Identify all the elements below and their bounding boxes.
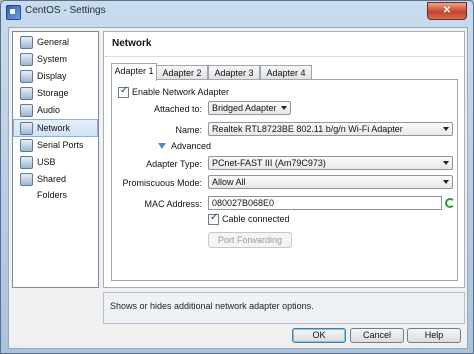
enable-adapter-checkbox[interactable]: ✓	[118, 85, 129, 98]
tab-adapter-1[interactable]: Adapter 1	[111, 63, 157, 81]
sidebar-item-label: Network	[37, 123, 71, 133]
chevron-down-icon	[443, 127, 449, 131]
sidebar-item-audio[interactable]: Audio	[14, 102, 97, 118]
audio-icon	[20, 104, 33, 117]
name-label: Name:	[175, 125, 202, 135]
tab-adapter-3[interactable]: Adapter 3	[208, 65, 260, 80]
adapter-name-value: Realtek RTL8723BE 802.11 b/g/n Wi-Fi Ada…	[212, 124, 403, 134]
expand-advanced-icon[interactable]	[158, 143, 166, 149]
shared-folders-icon	[20, 173, 33, 186]
serial-ports-icon	[20, 139, 33, 152]
sidebar-item-network[interactable]: Network	[13, 119, 98, 137]
sidebar-item-label: General	[37, 37, 70, 47]
tab-adapter-4[interactable]: Adapter 4	[260, 65, 312, 80]
mac-address-field[interactable]: 080027B068E0	[208, 196, 442, 210]
chevron-down-icon	[443, 161, 449, 165]
sidebar-item-serial-ports[interactable]: Serial Ports	[14, 137, 97, 153]
mac-address-label: MAC Address:	[144, 199, 202, 209]
promiscuous-mode-select[interactable]: Allow All	[208, 175, 453, 189]
sidebar-item-general[interactable]: General	[14, 34, 97, 50]
sidebar-item-label: Display	[37, 71, 67, 81]
attached-to-label: Attached to:	[153, 104, 202, 114]
general-icon	[20, 36, 33, 49]
sidebar-item-label: Storage	[37, 88, 69, 98]
network-panel: Network Adapter 1 Adapter 2 Adapter 3 Ad…	[103, 31, 465, 288]
sidebar-item-display[interactable]: Display	[14, 68, 97, 84]
sidebar-item-label: Audio	[37, 105, 61, 115]
help-button[interactable]: Help	[407, 328, 461, 343]
port-forwarding-button[interactable]: Port Forwarding	[208, 232, 292, 248]
usb-icon	[20, 156, 33, 169]
checkmark-icon: ✓	[210, 212, 219, 223]
promiscuous-mode-value: Allow All	[212, 177, 246, 187]
refresh-mac-icon[interactable]	[445, 198, 455, 208]
settings-window: CentOS - Settings ✕ General System Displ…	[0, 0, 474, 354]
adapter-name-select[interactable]: Realtek RTL8723BE 802.11 b/g/n Wi-Fi Ada…	[208, 122, 453, 136]
sidebar-item-usb[interactable]: USB	[14, 154, 97, 170]
sidebar-item-label: Serial Ports	[37, 140, 84, 150]
page-title: Network	[104, 32, 464, 57]
chevron-down-icon	[281, 106, 287, 110]
help-description-box: Shows or hides additional network adapte…	[103, 292, 465, 324]
adapter-type-select[interactable]: PCnet-FAST III (Am79C973)	[208, 156, 453, 170]
help-text: Shows or hides additional network adapte…	[110, 301, 314, 311]
sidebar-item-label: System	[37, 54, 68, 64]
chevron-down-icon	[443, 180, 449, 184]
adapter-type-value: PCnet-FAST III (Am79C973)	[212, 158, 326, 168]
attached-to-value: Bridged Adapter	[212, 103, 277, 113]
sidebar-item-storage[interactable]: Storage	[14, 85, 97, 101]
display-icon	[20, 70, 33, 83]
adapter-tab-content: ✓ Enable Network Adapter Attached to: Br…	[111, 79, 458, 281]
network-icon	[20, 122, 33, 135]
sidebar-item-system[interactable]: System	[14, 51, 97, 67]
ok-button[interactable]: OK	[292, 328, 346, 343]
storage-icon	[20, 87, 33, 100]
sidebar-item-shared-folders[interactable]: Shared Folders	[14, 171, 97, 200]
sidebar-item-label: Shared Folders	[37, 174, 68, 200]
tab-adapter-2[interactable]: Adapter 2	[156, 65, 208, 80]
close-button[interactable]: ✕	[427, 2, 467, 20]
advanced-toggle[interactable]: Advanced	[171, 141, 211, 151]
checkmark-icon: ✓	[120, 85, 129, 96]
system-icon	[20, 53, 33, 66]
window-title: CentOS - Settings	[25, 5, 106, 16]
adapter-type-label: Adapter Type:	[146, 159, 202, 169]
title-bar[interactable]: CentOS - Settings ✕	[1, 1, 473, 23]
sidebar-item-label: USB	[37, 157, 56, 167]
settings-sidebar: General System Display Storage Audio Net…	[12, 31, 99, 288]
promiscuous-mode-label: Promiscuous Mode:	[122, 178, 202, 188]
enable-adapter-label: Enable Network Adapter	[132, 87, 230, 97]
attached-to-select[interactable]: Bridged Adapter	[208, 101, 291, 115]
virtualbox-app-icon	[6, 5, 21, 20]
cancel-button[interactable]: Cancel	[350, 328, 404, 343]
cable-connected-checkbox[interactable]: ✓	[208, 212, 219, 225]
cable-connected-label: Cable connected	[222, 214, 290, 224]
client-area: General System Display Storage Audio Net…	[8, 27, 468, 349]
